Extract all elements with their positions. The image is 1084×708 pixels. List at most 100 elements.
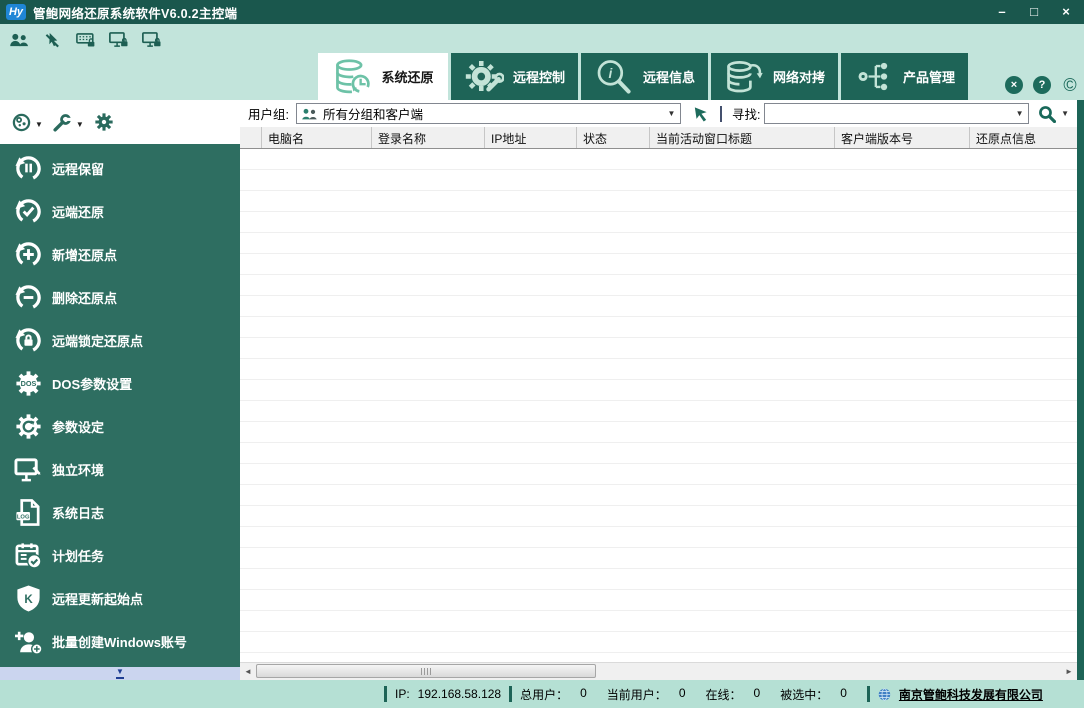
tab-info-search-icon: i (594, 58, 634, 95)
status-divider (384, 686, 387, 702)
tab-db-restore-icon (332, 58, 372, 95)
tab-db-copy-icon (724, 58, 764, 95)
users-icon[interactable] (8, 30, 31, 49)
tab-label: 网络对拷 (773, 67, 825, 86)
wrench-icon (53, 113, 72, 132)
about-button[interactable]: © (1061, 76, 1079, 94)
table-row (240, 485, 1077, 506)
status-divider (867, 686, 870, 702)
scrollbar-thumb[interactable] (256, 664, 596, 678)
sidebar-item-delete-restore-point[interactable]: 删除还原点 (0, 276, 240, 319)
sidebar-toolbar: ▼▼ (0, 100, 240, 144)
sidebar-item-standalone-env[interactable]: 独立环境 (0, 448, 240, 491)
search-label: 寻找: (732, 104, 760, 123)
scroll-left-arrow[interactable]: ◄ (240, 664, 256, 679)
table-row (240, 422, 1077, 443)
help-button[interactable]: ? (1033, 76, 1051, 94)
sidebar-item-system-log[interactable]: LOG系统日志 (0, 491, 240, 534)
tab-remote-control[interactable]: 远程控制 (451, 53, 578, 100)
close-button[interactable]: × (1056, 1, 1076, 23)
table-row (240, 464, 1077, 485)
table-row (240, 653, 1077, 662)
maximize-button[interactable]: □ (1024, 1, 1044, 23)
table-row (240, 590, 1077, 611)
log-doc-icon: LOG (13, 498, 43, 528)
table-row (240, 443, 1077, 464)
search-button[interactable]: ▼ (1038, 105, 1069, 123)
minimize-button[interactable]: – (992, 1, 1012, 23)
column-header-5[interactable]: 当前活动窗口标题 (650, 127, 835, 148)
horizontal-scrollbar[interactable]: ◄ ► (240, 662, 1077, 680)
search-input[interactable]: ▼ (764, 103, 1029, 124)
tab-label: 远程信息 (643, 67, 695, 86)
locate-client-button[interactable] (692, 105, 709, 122)
tab-label: 系统还原 (381, 67, 433, 86)
dropdown-arrow-icon[interactable]: ▼ (1011, 104, 1028, 123)
ring-plus-icon (13, 240, 43, 270)
sidebar-scroll-down[interactable]: ▼ (0, 667, 240, 680)
tools-button[interactable]: ▼ (53, 113, 84, 132)
sidebar-item-add-restore-point[interactable]: 新增还原点 (0, 233, 240, 276)
column-header-7[interactable]: 还原点信息 (970, 127, 1077, 148)
app-logo: Hy (6, 4, 26, 20)
tab-product-icon (854, 58, 894, 95)
tab-remote-info[interactable]: i 远程信息 (581, 53, 708, 100)
search-options-caret-icon[interactable]: ▼ (1061, 109, 1069, 118)
keyboard-lock-icon[interactable] (74, 30, 97, 49)
group-users-icon (301, 108, 318, 120)
sidebar-item-scheduled-tasks[interactable]: 计划任务 (0, 534, 240, 577)
ip-value: 192.168.58.128 (418, 687, 501, 701)
tab-product-manage[interactable]: 产品管理 (841, 53, 968, 100)
sidebar-item-remote-update-origin[interactable]: K远程更新起始点 (0, 577, 240, 620)
column-header-1[interactable]: 电脑名 (262, 127, 372, 148)
table-row (240, 233, 1077, 254)
ring-pause-icon (13, 154, 43, 184)
dropdown-arrow-icon[interactable]: ▼ (663, 104, 680, 123)
sidebar-item-label: 新增还原点 (52, 245, 117, 264)
column-header-6[interactable]: 客户端版本号 (835, 127, 970, 148)
monitor-lock-alt-icon[interactable] (140, 30, 163, 49)
dropdown-caret-icon[interactable]: ▼ (35, 116, 43, 129)
ring-minus-icon (13, 283, 43, 313)
column-header-3[interactable]: IP地址 (485, 127, 577, 148)
dropdown-caret-icon[interactable]: ▼ (76, 116, 84, 129)
sidebar-item-label: 独立环境 (52, 460, 104, 479)
company-info: 南京管鲍科技发展有限公司 (878, 686, 1043, 703)
tab-gear-wrench-icon (464, 58, 504, 95)
column-header-2[interactable]: 登录名称 (372, 127, 485, 148)
ring-lock-icon (13, 326, 43, 356)
sidebar-item-remote-restore[interactable]: 远端还原 (0, 190, 240, 233)
sidebar-item-param-settings[interactable]: 参数设定 (0, 405, 240, 448)
company-link[interactable]: 南京管鲍科技发展有限公司 (899, 686, 1043, 703)
tab-network-copy[interactable]: 网络对拷 (711, 53, 838, 100)
scroll-down-icon: ▼ (116, 668, 124, 679)
group-select[interactable]: 所有分组和客户端 ▼ (296, 103, 681, 124)
content-row: ▼▼ 远程保留远端还原新增还原点删除还原点远端锁定还原点DOSDOS参数设置参数… (0, 100, 1084, 680)
monitor-lock-icon[interactable] (107, 30, 130, 49)
sidebar-menu: 远程保留远端还原新增还原点删除还原点远端锁定还原点DOSDOS参数设置参数设定独… (0, 144, 240, 667)
table-body (240, 149, 1077, 662)
main-panel: 用户组: 所有分组和客户端 ▼ 寻找: ▼ ▼ 电脑名登录名称IP地址状态当前活… (240, 100, 1084, 680)
scroll-right-arrow[interactable]: ► (1061, 664, 1077, 679)
settings-button[interactable] (94, 112, 114, 132)
column-header-4[interactable]: 状态 (577, 127, 650, 148)
sidebar-item-remote-reserve[interactable]: 远程保留 (0, 147, 240, 190)
table-row (240, 527, 1077, 548)
client-display-button[interactable]: ▼ (12, 113, 43, 132)
tab-system-restore[interactable]: 系统还原 (318, 53, 448, 100)
gear-icon (94, 112, 114, 132)
cursor-blocked-icon[interactable] (41, 30, 64, 49)
svg-text:K: K (24, 593, 33, 606)
window-title: 管鲍网络还原系统软件V6.0.2主控端 (33, 3, 237, 22)
sidebar-item-label: 删除还原点 (52, 288, 117, 307)
status-stat-2: 在线：0 (706, 686, 761, 703)
sidebar-item-batch-create-windows-accounts[interactable]: 批量创建Windows账号 (0, 620, 240, 663)
sidebar-item-label: 远程保留 (52, 159, 104, 178)
status-bar: IP: 192.168.58.128 总用户：0当前用户：0在线：0被选中：0 … (0, 680, 1084, 708)
sidebar-item-remote-lock-restore-point[interactable]: 远端锁定还原点 (0, 319, 240, 362)
sidebar-item-dos-params[interactable]: DOSDOS参数设置 (0, 362, 240, 405)
shield-k-icon: K (13, 584, 43, 614)
close-tip-button[interactable]: × (1005, 76, 1023, 94)
sidebar-item-label: 参数设定 (52, 417, 104, 436)
column-header-0[interactable] (240, 127, 262, 148)
